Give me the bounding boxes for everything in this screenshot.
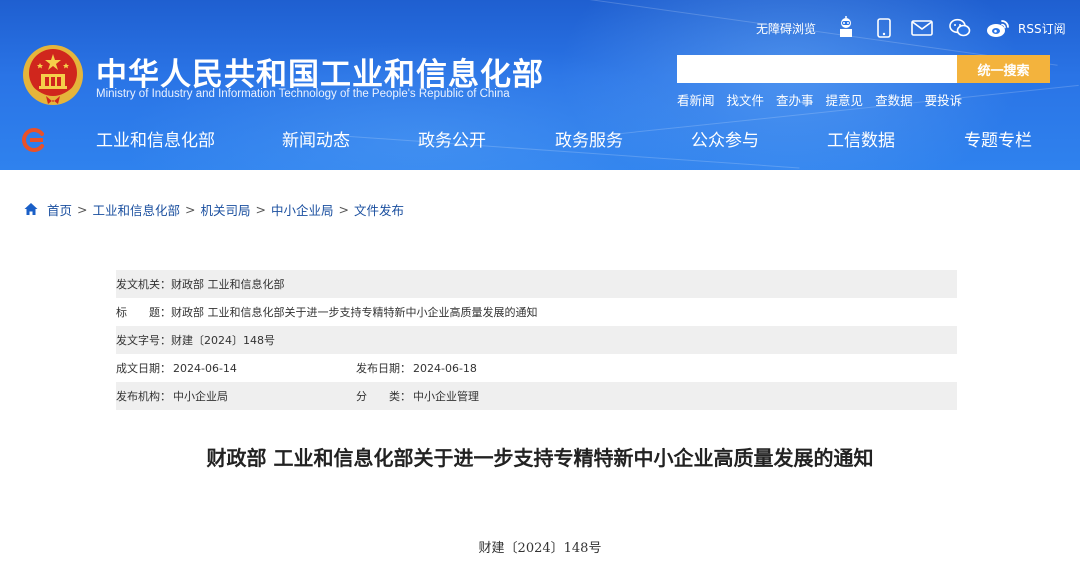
meta-label: 发文机关： xyxy=(116,278,171,291)
search-input[interactable] xyxy=(677,55,957,83)
meta-row-org: 发布机构： 中小企业局 分 类： 中小企业管理 xyxy=(116,382,957,410)
robot-assistant-icon[interactable] xyxy=(834,16,858,40)
meta-value-org: 中小企业局 xyxy=(173,390,228,403)
breadcrumb-sme-bureau[interactable]: 中小企业局 xyxy=(271,200,334,219)
meta-row-dates: 成文日期： 2024-06-14 发布日期： 2024-06-18 xyxy=(116,354,957,382)
breadcrumb-home[interactable]: 首页 xyxy=(47,200,72,219)
meta-value-publish-date: 2024-06-18 xyxy=(413,361,477,375)
document-title: 财政部 工业和信息化部关于进一步支持专精特新中小企业高质量发展的通知 xyxy=(206,446,874,470)
nav-item-data[interactable]: 工信数据 xyxy=(827,124,895,158)
rss-link[interactable]: RSS订阅 xyxy=(1018,20,1066,37)
meta-label: 发布日期： xyxy=(356,362,411,375)
quick-link-news[interactable]: 看新闻 xyxy=(677,90,715,109)
national-emblem-icon xyxy=(23,45,83,105)
nav-item-participation[interactable]: 公众参与 xyxy=(691,124,759,158)
meta-label: 成文日期： xyxy=(116,362,171,375)
weibo-icon[interactable] xyxy=(986,16,1010,40)
quick-link-files[interactable]: 找文件 xyxy=(727,90,765,109)
meta-value-category: 中小企业管理 xyxy=(413,390,479,403)
meta-cell-org: 发布机构： 中小企业局 xyxy=(116,388,356,404)
quick-links: 看新闻 找文件 查办事 提意见 查数据 要投诉 xyxy=(677,90,974,109)
meta-row-title: 标 题： 财政部 工业和信息化部关于进一步支持专精特新中小企业高质量发展的通知 xyxy=(116,298,957,326)
breadcrumb-separator: > xyxy=(77,201,88,217)
meta-value-issuer: 财政部 工业和信息化部 xyxy=(171,278,285,291)
meta-label: 标 题： xyxy=(116,306,171,319)
quick-link-services[interactable]: 查办事 xyxy=(776,90,814,109)
breadcrumb-separator: > xyxy=(185,201,196,217)
document-meta-table: 发文机关： 财政部 工业和信息化部 标 题： 财政部 工业和信息化部关于进一步支… xyxy=(116,270,957,410)
home-icon[interactable] xyxy=(24,202,38,216)
nav-item-public-affairs[interactable]: 政务公开 xyxy=(418,124,486,158)
nav-item-services[interactable]: 政务服务 xyxy=(555,124,623,158)
meta-row-doc-no: 发文字号： 财建〔2024〕148号 xyxy=(116,326,957,354)
quick-link-feedback[interactable]: 提意见 xyxy=(826,90,864,109)
accessibility-link[interactable]: 无障碍浏览 xyxy=(756,20,816,37)
document-number: 财建〔2024〕148号 xyxy=(478,541,602,556)
meta-value-doc-no: 财建〔2024〕148号 xyxy=(171,334,275,347)
quick-link-complaint[interactable]: 要投诉 xyxy=(925,90,963,109)
ministry-logo-icon[interactable] xyxy=(20,126,48,154)
site-subtitle: Ministry of Industry and Information Tec… xyxy=(96,88,510,100)
nav-item-news[interactable]: 新闻动态 xyxy=(282,124,350,158)
utility-bar: 无障碍浏览 RSS订阅 xyxy=(756,15,1066,41)
nav-item-ministry[interactable]: 工业和信息化部 xyxy=(96,124,215,158)
search-button[interactable]: 统一搜索 xyxy=(957,55,1050,83)
breadcrumb: 首页 > 工业和信息化部 > 机关司局 > 中小企业局 > 文件发布 xyxy=(24,199,404,219)
email-icon[interactable] xyxy=(910,16,934,40)
meta-cell-publish-date: 发布日期： 2024-06-18 xyxy=(356,360,477,376)
nav-item-topics[interactable]: 专题专栏 xyxy=(964,124,1032,158)
meta-value-title: 财政部 工业和信息化部关于进一步支持专精特新中小企业高质量发展的通知 xyxy=(171,306,538,319)
meta-row-issuer: 发文机关： 财政部 工业和信息化部 xyxy=(116,270,957,298)
meta-label: 发布机构： xyxy=(116,390,171,403)
meta-label: 发文字号： xyxy=(116,334,171,347)
meta-cell-category: 分 类： 中小企业管理 xyxy=(356,388,479,404)
quick-link-data[interactable]: 查数据 xyxy=(875,90,913,109)
meta-label: 分 类： xyxy=(356,390,411,403)
breadcrumb-ministry[interactable]: 工业和信息化部 xyxy=(93,200,181,219)
wechat-icon[interactable] xyxy=(948,16,972,40)
mobile-phone-icon[interactable] xyxy=(872,16,896,40)
meta-cell-written-date: 成文日期： 2024-06-14 xyxy=(116,360,356,376)
meta-value-written-date: 2024-06-14 xyxy=(173,361,237,375)
breadcrumb-departments[interactable]: 机关司局 xyxy=(201,200,251,219)
breadcrumb-publications[interactable]: 文件发布 xyxy=(354,200,404,219)
site-header: 中华人民共和国工业和信息化部 Ministry of Industry and … xyxy=(0,0,1080,170)
main-nav: 工业和信息化部 新闻动态 政务公开 政务服务 公众参与 工信数据 专题专栏 xyxy=(84,124,1064,158)
breadcrumb-separator: > xyxy=(338,201,349,217)
breadcrumb-separator: > xyxy=(255,201,266,217)
